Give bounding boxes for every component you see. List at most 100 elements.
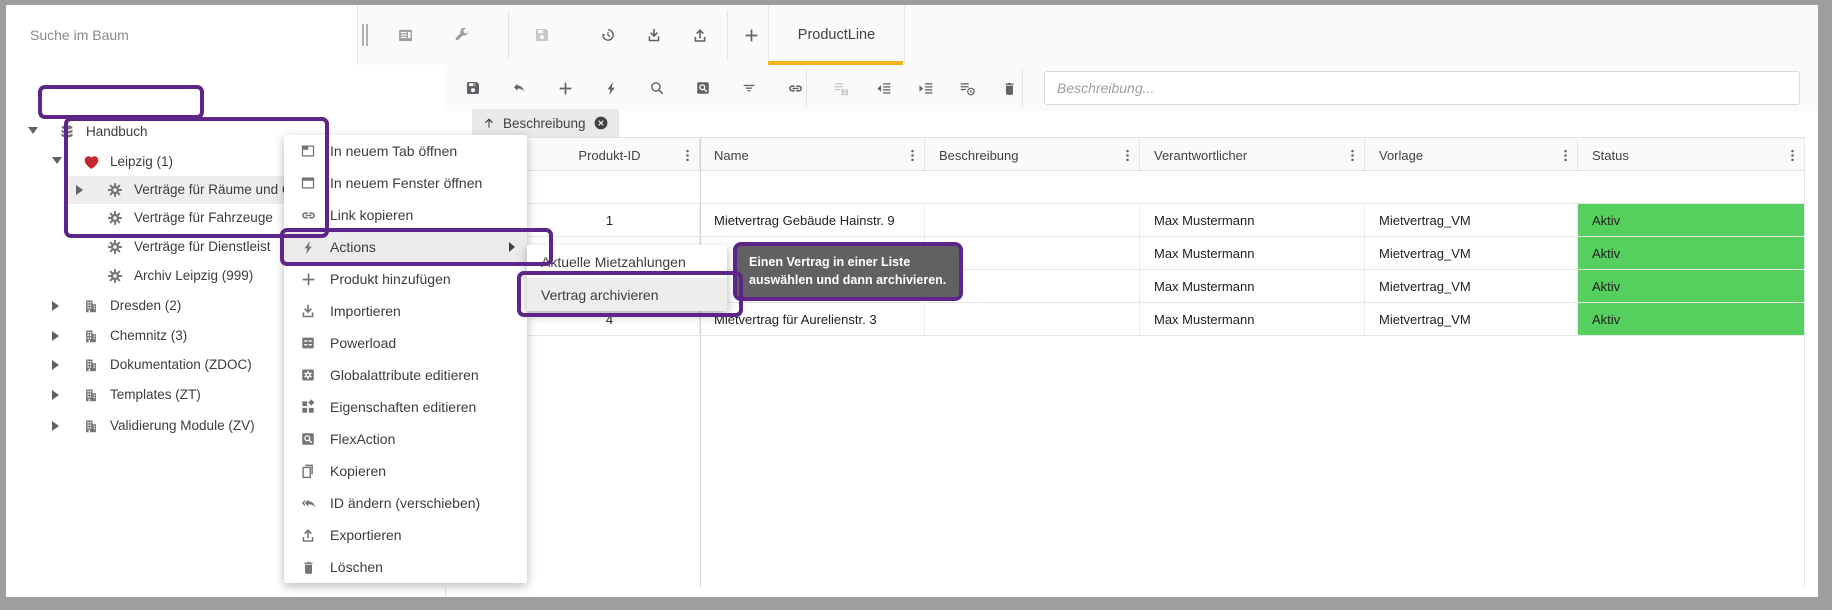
save-icon[interactable] — [459, 74, 487, 102]
column-menu-icon[interactable] — [679, 147, 695, 163]
indent-icon[interactable] — [911, 74, 939, 102]
wrench-icon[interactable] — [448, 21, 476, 49]
cell-name[interactable]: Mietvertrag für Aurelienstr. 3 — [700, 303, 925, 336]
menu-item-kopieren[interactable]: Kopieren — [284, 455, 527, 487]
column-header-status[interactable]: Status — [1578, 139, 1805, 171]
outdent-icon[interactable] — [869, 74, 897, 102]
menu-item-globalattribute-editieren[interactable]: Globalattribute editieren — [284, 359, 527, 391]
cell-beschreibung[interactable] — [925, 303, 1140, 336]
menu-item-actions[interactable]: Actions — [284, 231, 527, 263]
menu-item-produkt-hinzuf-gen[interactable]: Produkt hinzufügen — [284, 263, 527, 295]
upload-icon[interactable] — [686, 21, 714, 49]
menu-item-in-neuem-tab-ffnen[interactable]: In neuem Tab öffnen — [284, 135, 527, 167]
column-header-label: Vorlage — [1365, 148, 1423, 163]
list-history-icon[interactable] — [953, 74, 981, 102]
description-filter-box — [1044, 71, 1800, 105]
cell-value: Max Mustermann — [1140, 312, 1254, 327]
grid-toolbar — [445, 65, 1818, 112]
column-menu-icon[interactable] — [1784, 147, 1800, 163]
tree-search-input[interactable] — [6, 5, 357, 65]
cell-vorlage[interactable]: Mietvertrag_VM — [1365, 303, 1578, 336]
heart-icon — [82, 153, 100, 171]
cell-verantwortlicher[interactable]: Max Mustermann — [1140, 204, 1365, 237]
cell-value: 4 — [606, 312, 613, 327]
expand-arrow-icon[interactable] — [76, 185, 83, 195]
column-menu-icon[interactable] — [1344, 147, 1360, 163]
panel-resize-handle[interactable] — [362, 24, 372, 46]
cell-verantwortlicher[interactable]: Max Mustermann — [1140, 270, 1365, 303]
tree-item-label: Chemnitz (3) — [110, 328, 187, 343]
cell-value: Aktiv — [1578, 213, 1620, 228]
menu-item-label: In neuem Tab öffnen — [330, 143, 457, 159]
cell-status[interactable]: Aktiv — [1578, 303, 1805, 336]
menu-item-link-kopieren[interactable]: Link kopieren — [284, 199, 527, 231]
bolt-icon[interactable] — [597, 74, 625, 102]
cell-produkt-id[interactable]: 1 — [520, 204, 700, 237]
history-icon[interactable] — [594, 21, 622, 49]
cell-name[interactable]: Mietvertrag Gebäude Hainstr. 9 — [700, 204, 925, 237]
menu-item-importieren[interactable]: Importieren — [284, 295, 527, 327]
menu-item-l-schen[interactable]: Löschen — [284, 551, 527, 583]
cell-value: Aktiv — [1578, 279, 1620, 294]
cell-vorlage[interactable]: Mietvertrag_VM — [1365, 270, 1578, 303]
menu-item-label: Importieren — [330, 303, 401, 319]
menu-item-eigenschaften-editieren[interactable]: Eigenschaften editieren — [284, 391, 527, 423]
cell-beschreibung[interactable] — [925, 204, 1140, 237]
menu-item-powerload[interactable]: Powerload — [284, 327, 527, 359]
expand-arrow-icon[interactable] — [52, 301, 59, 311]
toolbar-separator — [727, 11, 728, 59]
remove-sort-icon[interactable] — [593, 115, 609, 131]
trash-icon[interactable] — [995, 74, 1023, 102]
column-header-verantwortlicher[interactable]: Verantwortlicher — [1140, 139, 1365, 171]
export-icon — [299, 526, 317, 544]
tree-item-label: Handbuch — [86, 124, 148, 139]
tab-productline[interactable]: ProductLine — [768, 5, 905, 65]
expand-arrow-icon[interactable] — [52, 390, 59, 400]
details-icon[interactable] — [391, 21, 419, 49]
download-icon[interactable] — [640, 21, 668, 49]
table-header-row: Produkt-IDNameBeschreibungVerantwortlich… — [445, 137, 1805, 171]
cell-vorlage[interactable]: Mietvertrag_VM — [1365, 237, 1578, 270]
cell-status[interactable]: Aktiv — [1578, 237, 1805, 270]
description-filter-input[interactable] — [1044, 71, 1800, 105]
expand-arrow-icon[interactable] — [52, 421, 59, 431]
menu-item-in-neuem-fenster-ffnen[interactable]: In neuem Fenster öffnen — [284, 167, 527, 199]
plus-icon[interactable] — [737, 21, 765, 49]
column-header-label: Status — [1578, 148, 1629, 163]
sort-chip-beschreibung[interactable]: Beschreibung — [472, 109, 619, 137]
tab-label: ProductLine — [798, 27, 875, 43]
column-header-beschreibung[interactable]: Beschreibung — [925, 139, 1140, 171]
expand-arrow-icon[interactable] — [52, 331, 59, 341]
cell-status[interactable]: Aktiv — [1578, 270, 1805, 303]
link-icon[interactable] — [781, 74, 809, 102]
save-icon — [528, 21, 556, 49]
cell-vorlage[interactable]: Mietvertrag_VM — [1365, 204, 1578, 237]
cell-verantwortlicher[interactable]: Max Mustermann — [1140, 237, 1365, 270]
column-menu-icon[interactable] — [904, 147, 920, 163]
menu-item-id-ndern-verschieben[interactable]: ID ändern (verschieben) — [284, 487, 527, 519]
cell-verantwortlicher[interactable]: Max Mustermann — [1140, 303, 1365, 336]
toolbar-separator — [508, 11, 509, 59]
filter-icon[interactable] — [735, 74, 763, 102]
search-icon[interactable] — [643, 74, 671, 102]
undo-icon[interactable] — [505, 74, 533, 102]
expand-arrow-icon[interactable] — [28, 127, 38, 134]
toolbar-separator — [806, 69, 807, 107]
menu-item-exportieren[interactable]: Exportieren — [284, 519, 527, 551]
menu-item-flexaction[interactable]: FlexAction — [284, 423, 527, 455]
column-menu-icon[interactable] — [1119, 147, 1135, 163]
search-box-icon[interactable] — [689, 74, 717, 102]
column-header-produkt-id[interactable]: Produkt-ID — [520, 139, 700, 171]
menu-item-label: FlexAction — [330, 431, 395, 447]
cell-status[interactable]: Aktiv — [1578, 204, 1805, 237]
expand-arrow-icon[interactable] — [52, 157, 62, 164]
column-header-vorlage[interactable]: Vorlage — [1365, 139, 1578, 171]
expand-arrow-icon[interactable] — [52, 360, 59, 370]
submenu-item-vertrag-archivieren[interactable]: Vertrag archivieren — [527, 278, 727, 311]
menu-item-label: Kopieren — [330, 463, 386, 479]
building-icon — [82, 386, 100, 404]
submenu-item-aktuelle-mietzahlungen[interactable]: Aktuelle Mietzahlungen — [527, 245, 727, 278]
column-menu-icon[interactable] — [1557, 147, 1573, 163]
plus-icon[interactable] — [551, 74, 579, 102]
column-header-name[interactable]: Name — [700, 139, 925, 171]
